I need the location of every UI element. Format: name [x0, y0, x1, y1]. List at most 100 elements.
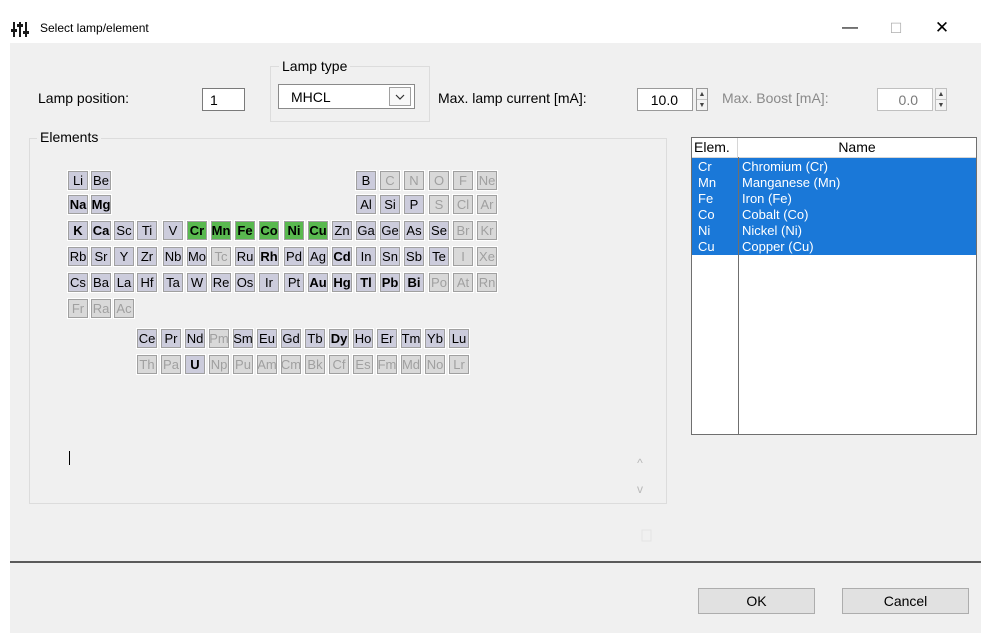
- element-hg[interactable]: Hg: [331, 272, 353, 293]
- spin-down-icon[interactable]: ▼: [936, 99, 946, 110]
- element-cr[interactable]: Cr: [186, 220, 208, 241]
- element-ca[interactable]: Ca: [90, 220, 112, 241]
- ok-button[interactable]: OK: [698, 588, 815, 614]
- element-pt[interactable]: Pt: [283, 272, 305, 293]
- element-sb[interactable]: Sb: [403, 246, 425, 267]
- list-item[interactable]: Fe Iron (Fe): [692, 190, 976, 207]
- element-ag[interactable]: Ag: [307, 246, 329, 267]
- element-ba[interactable]: Ba: [90, 272, 112, 293]
- list-item[interactable]: Mn Manganese (Mn): [692, 174, 976, 191]
- element-zn[interactable]: Zn: [331, 220, 353, 241]
- element-cd[interactable]: Cd: [331, 246, 353, 267]
- list-item[interactable]: Cr Chromium (Cr): [692, 158, 976, 175]
- element-ru[interactable]: Ru: [234, 246, 256, 267]
- element-la[interactable]: La: [113, 272, 135, 293]
- element-nd[interactable]: Nd: [184, 328, 206, 349]
- element-c: C: [379, 170, 401, 191]
- element-ni[interactable]: Ni: [283, 220, 305, 241]
- element-li[interactable]: Li: [67, 170, 89, 191]
- element-ta[interactable]: Ta: [162, 272, 184, 293]
- element-eu[interactable]: Eu: [256, 328, 278, 349]
- element-b[interactable]: B: [355, 170, 377, 191]
- element-bi[interactable]: Bi: [403, 272, 425, 293]
- element-pr[interactable]: Pr: [160, 328, 182, 349]
- list-item[interactable]: Ni Nickel (Ni): [692, 222, 976, 239]
- element-mo[interactable]: Mo: [186, 246, 208, 267]
- lamp-type-dropdown[interactable]: MHCL: [278, 84, 415, 109]
- element-y[interactable]: Y: [113, 246, 135, 267]
- element-ir[interactable]: Ir: [258, 272, 280, 293]
- element-co[interactable]: Co: [258, 220, 280, 241]
- element-se[interactable]: Se: [428, 220, 450, 241]
- element-u[interactable]: U: [184, 354, 206, 375]
- element-re[interactable]: Re: [210, 272, 232, 293]
- element-sr[interactable]: Sr: [90, 246, 112, 267]
- element-sm[interactable]: Sm: [232, 328, 254, 349]
- element-cs[interactable]: Cs: [67, 272, 89, 293]
- element-kr: Kr: [476, 220, 498, 241]
- element-te[interactable]: Te: [428, 246, 450, 267]
- element-rh[interactable]: Rh: [258, 246, 280, 267]
- element-sc[interactable]: Sc: [113, 220, 135, 241]
- element-tb[interactable]: Tb: [304, 328, 326, 349]
- element-as[interactable]: As: [403, 220, 425, 241]
- spin-up-icon[interactable]: ▲: [697, 89, 707, 99]
- element-v[interactable]: V: [162, 220, 184, 241]
- element-w[interactable]: W: [186, 272, 208, 293]
- element-cu[interactable]: Cu: [307, 220, 329, 241]
- element-dy[interactable]: Dy: [328, 328, 350, 349]
- element-sn[interactable]: Sn: [379, 246, 401, 267]
- spin-up-icon[interactable]: ▲: [936, 89, 946, 99]
- element-er[interactable]: Er: [376, 328, 398, 349]
- element-ga[interactable]: Ga: [355, 220, 377, 241]
- element-zr[interactable]: Zr: [136, 246, 158, 267]
- element-fe[interactable]: Fe: [234, 220, 256, 241]
- scroll-down-icon[interactable]: v: [637, 482, 643, 496]
- element-au[interactable]: Au: [307, 272, 329, 293]
- element-ge[interactable]: Ge: [379, 220, 401, 241]
- scroll-arrows[interactable]: ^ v: [632, 456, 648, 496]
- list-item[interactable]: Cu Copper (Cu): [692, 238, 976, 255]
- minimize-button[interactable]: —: [827, 14, 873, 42]
- list-item-symbol: Mn: [698, 175, 717, 190]
- element-be[interactable]: Be: [90, 170, 112, 191]
- element-al[interactable]: Al: [355, 194, 377, 215]
- element-rb[interactable]: Rb: [67, 246, 89, 267]
- scroll-up-icon[interactable]: ^: [637, 456, 643, 470]
- element-lu[interactable]: Lu: [448, 328, 470, 349]
- element-mn[interactable]: Mn: [210, 220, 232, 241]
- column-header-elem[interactable]: Elem.: [692, 138, 738, 157]
- element-ce[interactable]: Ce: [136, 328, 158, 349]
- selected-elements-list[interactable]: Elem. Name Cr Chromium (Cr) Mn Manganese (M…: [691, 137, 977, 435]
- element-yb[interactable]: Yb: [424, 328, 446, 349]
- list-item[interactable]: Co Cobalt (Co): [692, 206, 976, 223]
- spin-down-icon[interactable]: ▼: [697, 99, 707, 110]
- max-current-spinner[interactable]: ▲ ▼: [696, 88, 708, 111]
- element-nb[interactable]: Nb: [162, 246, 184, 267]
- close-button[interactable]: ✕: [919, 14, 965, 42]
- element-na[interactable]: Na: [67, 194, 89, 215]
- element-pb[interactable]: Pb: [379, 272, 401, 293]
- list-item-name: Iron (Fe): [742, 191, 792, 206]
- max-boost-spinner[interactable]: ▲ ▼: [935, 88, 947, 111]
- element-ti[interactable]: Ti: [136, 220, 158, 241]
- element-p[interactable]: P: [403, 194, 425, 215]
- element-os[interactable]: Os: [234, 272, 256, 293]
- cancel-button[interactable]: Cancel: [842, 588, 969, 614]
- element-si[interactable]: Si: [379, 194, 401, 215]
- element-gd[interactable]: Gd: [280, 328, 302, 349]
- element-pd[interactable]: Pd: [283, 246, 305, 267]
- element-in[interactable]: In: [355, 246, 377, 267]
- chevron-down-icon[interactable]: [389, 87, 411, 106]
- element-ho[interactable]: Ho: [352, 328, 374, 349]
- element-tm[interactable]: Tm: [400, 328, 422, 349]
- maximize-button[interactable]: ☐: [873, 14, 919, 42]
- max-boost-input[interactable]: 0.0: [877, 88, 933, 111]
- element-tl[interactable]: Tl: [355, 272, 377, 293]
- lamp-position-input[interactable]: 1: [202, 88, 245, 111]
- column-header-name[interactable]: Name: [738, 138, 976, 157]
- max-current-input[interactable]: 10.0: [637, 88, 693, 111]
- element-mg[interactable]: Mg: [90, 194, 112, 215]
- element-k[interactable]: K: [67, 220, 89, 241]
- element-hf[interactable]: Hf: [136, 272, 158, 293]
